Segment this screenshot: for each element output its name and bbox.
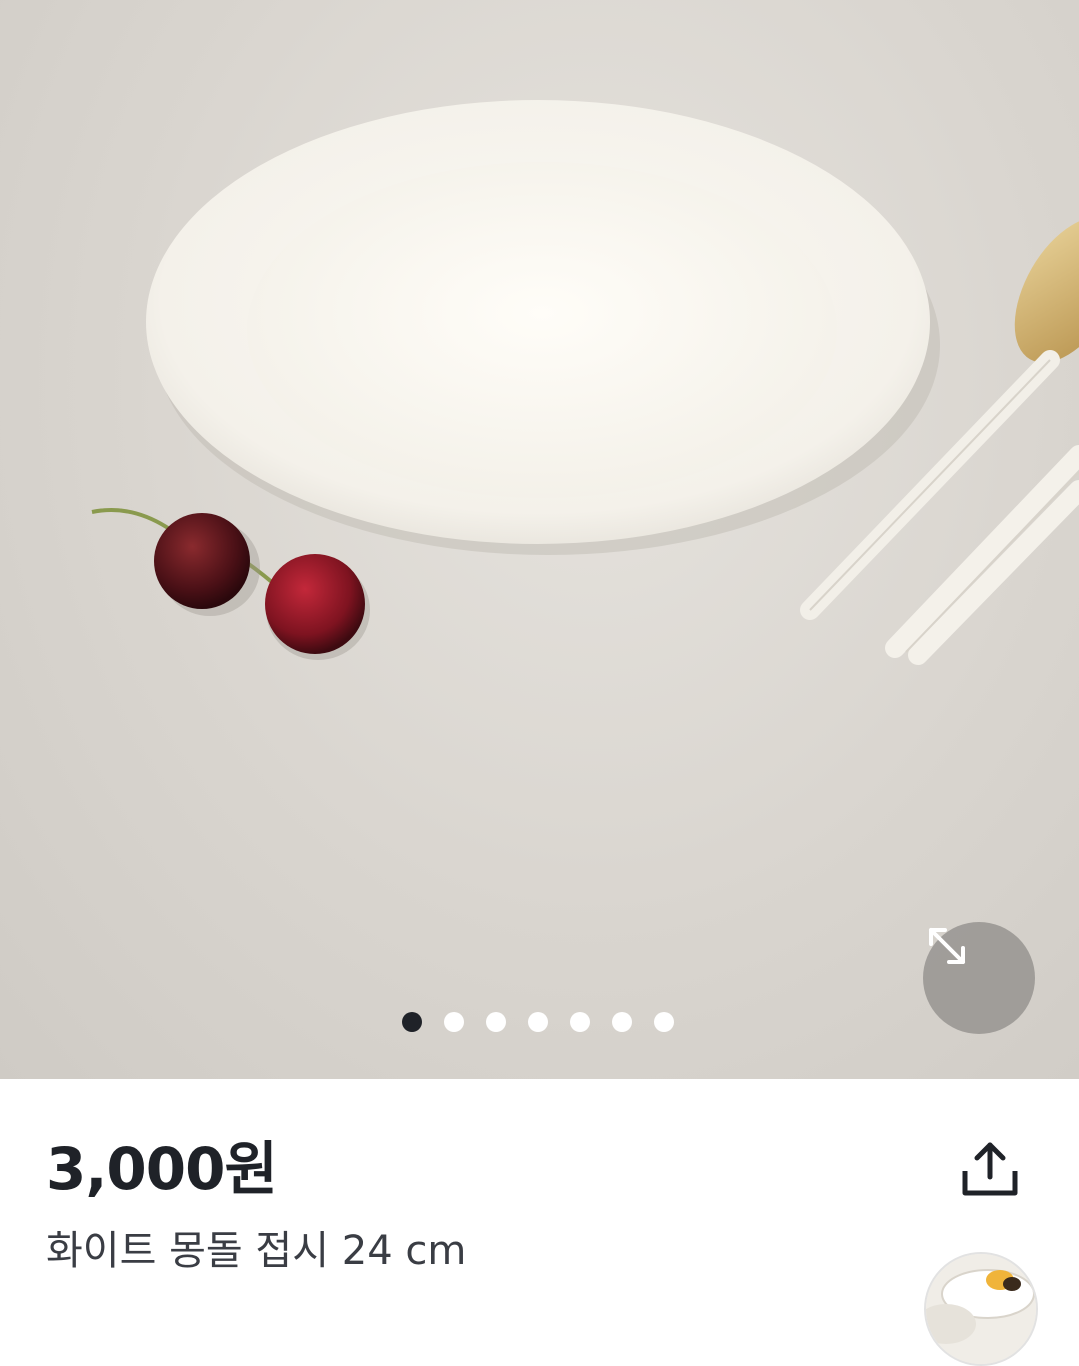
product-title: 화이트 몽돌 접시 24 cm bbox=[46, 1228, 467, 1274]
product-image-gallery[interactable] bbox=[0, 0, 1079, 1079]
product-price: 3,000원 bbox=[46, 1135, 278, 1203]
expand-image-button[interactable] bbox=[923, 922, 1035, 1034]
seller-thumbnail-image bbox=[926, 1254, 1036, 1364]
pagination-dot-5[interactable] bbox=[570, 1012, 590, 1032]
expand-icon bbox=[929, 928, 965, 964]
pagination-dot-7[interactable] bbox=[654, 1012, 674, 1032]
pagination-dot-4[interactable] bbox=[528, 1012, 548, 1032]
pagination-dot-3[interactable] bbox=[486, 1012, 506, 1032]
share-icon bbox=[962, 1142, 1018, 1196]
product-photo bbox=[91, 100, 1079, 665]
share-button[interactable] bbox=[956, 1136, 1024, 1200]
pagination-dot-6[interactable] bbox=[612, 1012, 632, 1032]
pagination-dot-2[interactable] bbox=[444, 1012, 464, 1032]
gallery-pagination bbox=[402, 1012, 674, 1032]
seller-thumbnail[interactable] bbox=[924, 1252, 1038, 1366]
pagination-dot-1[interactable] bbox=[402, 1012, 422, 1032]
